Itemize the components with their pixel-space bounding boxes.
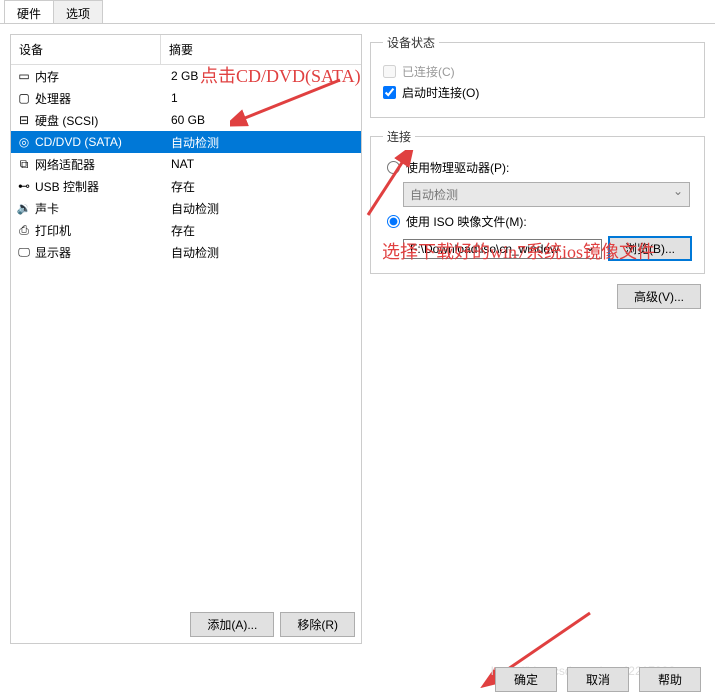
- header-device: 设备: [11, 35, 161, 64]
- device-summary: 存在: [165, 222, 357, 239]
- connection-legend: 连接: [383, 128, 415, 145]
- use-iso-radio[interactable]: [387, 215, 400, 228]
- device-name: USB 控制器: [33, 178, 165, 195]
- use-physical-label: 使用物理驱动器(P):: [406, 159, 509, 176]
- remove-button[interactable]: 移除(R): [280, 612, 355, 637]
- device-summary: 自动检测: [165, 200, 357, 217]
- iso-path-dropdown[interactable]: F:\Download\iso\cn_window: [403, 239, 602, 259]
- connection-group: 连接 使用物理驱动器(P): 自动检测 使用 ISO 映像文件(M): F:\D…: [370, 128, 705, 274]
- device-name: 处理器: [33, 90, 165, 107]
- device-status-legend: 设备状态: [383, 34, 439, 51]
- printer-icon: ⎙: [15, 223, 33, 238]
- display-icon: 🖵: [15, 245, 33, 260]
- device-name: 打印机: [33, 222, 165, 239]
- add-button[interactable]: 添加(A)...: [190, 612, 274, 637]
- device-row[interactable]: ▢处理器1: [11, 87, 361, 109]
- device-summary: 60 GB: [165, 113, 357, 127]
- browse-button[interactable]: 浏览(B)...: [608, 236, 692, 261]
- device-status-group: 设备状态 已连接(C) 启动时连接(O): [370, 34, 705, 118]
- device-summary: 自动检测: [165, 134, 357, 151]
- use-physical-radio[interactable]: [387, 161, 400, 174]
- device-row[interactable]: ⎙打印机存在: [11, 219, 361, 241]
- device-row[interactable]: ⧉网络适配器NAT: [11, 153, 361, 175]
- help-button[interactable]: 帮助: [639, 667, 701, 692]
- connect-on-start-label: 启动时连接(O): [402, 84, 479, 101]
- tab-options[interactable]: 选项: [53, 0, 103, 23]
- connected-label: 已连接(C): [402, 63, 455, 80]
- device-panel: 设备 摘要 ▭内存2 GB▢处理器1⊟硬盘 (SCSI)60 GB◎CD/DVD…: [10, 34, 362, 644]
- use-iso-label: 使用 ISO 映像文件(M):: [406, 213, 527, 230]
- device-name: 内存: [33, 68, 165, 85]
- device-summary: NAT: [165, 157, 357, 171]
- device-name: 显示器: [33, 244, 165, 261]
- physical-drive-dropdown: 自动检测: [403, 182, 690, 207]
- memory-icon: ▭: [15, 69, 33, 83]
- ok-button[interactable]: 确定: [495, 667, 557, 692]
- header-summary: 摘要: [161, 35, 361, 64]
- device-list: ▭内存2 GB▢处理器1⊟硬盘 (SCSI)60 GB◎CD/DVD (SATA…: [11, 65, 361, 606]
- advanced-button[interactable]: 高级(V)...: [617, 284, 701, 309]
- device-row[interactable]: 🖵显示器自动检测: [11, 241, 361, 263]
- sound-icon: 🔉: [15, 201, 33, 215]
- device-summary: 自动检测: [165, 244, 357, 261]
- device-summary: 1: [165, 91, 357, 105]
- cancel-button[interactable]: 取消: [567, 667, 629, 692]
- device-name: 网络适配器: [33, 156, 165, 173]
- network-icon: ⧉: [15, 157, 33, 172]
- disk-icon: ⊟: [15, 113, 33, 127]
- device-summary: 2 GB: [165, 69, 357, 83]
- device-name: 硬盘 (SCSI): [33, 112, 165, 129]
- settings-panel: 设备状态 已连接(C) 启动时连接(O) 连接 使用物理驱动器(P): 自动检测…: [370, 34, 705, 644]
- device-name: CD/DVD (SATA): [33, 135, 165, 149]
- connect-on-start-checkbox[interactable]: [383, 86, 396, 99]
- device-row[interactable]: ⊷USB 控制器存在: [11, 175, 361, 197]
- device-row[interactable]: ⊟硬盘 (SCSI)60 GB: [11, 109, 361, 131]
- tab-hardware[interactable]: 硬件: [4, 0, 54, 23]
- device-row[interactable]: ▭内存2 GB: [11, 65, 361, 87]
- cd-icon: ◎: [15, 135, 33, 149]
- device-row[interactable]: ◎CD/DVD (SATA)自动检测: [11, 131, 361, 153]
- device-summary: 存在: [165, 178, 357, 195]
- usb-icon: ⊷: [15, 179, 33, 193]
- device-row[interactable]: 🔉声卡自动检测: [11, 197, 361, 219]
- cpu-icon: ▢: [15, 91, 33, 105]
- device-name: 声卡: [33, 200, 165, 217]
- connected-checkbox: [383, 65, 396, 78]
